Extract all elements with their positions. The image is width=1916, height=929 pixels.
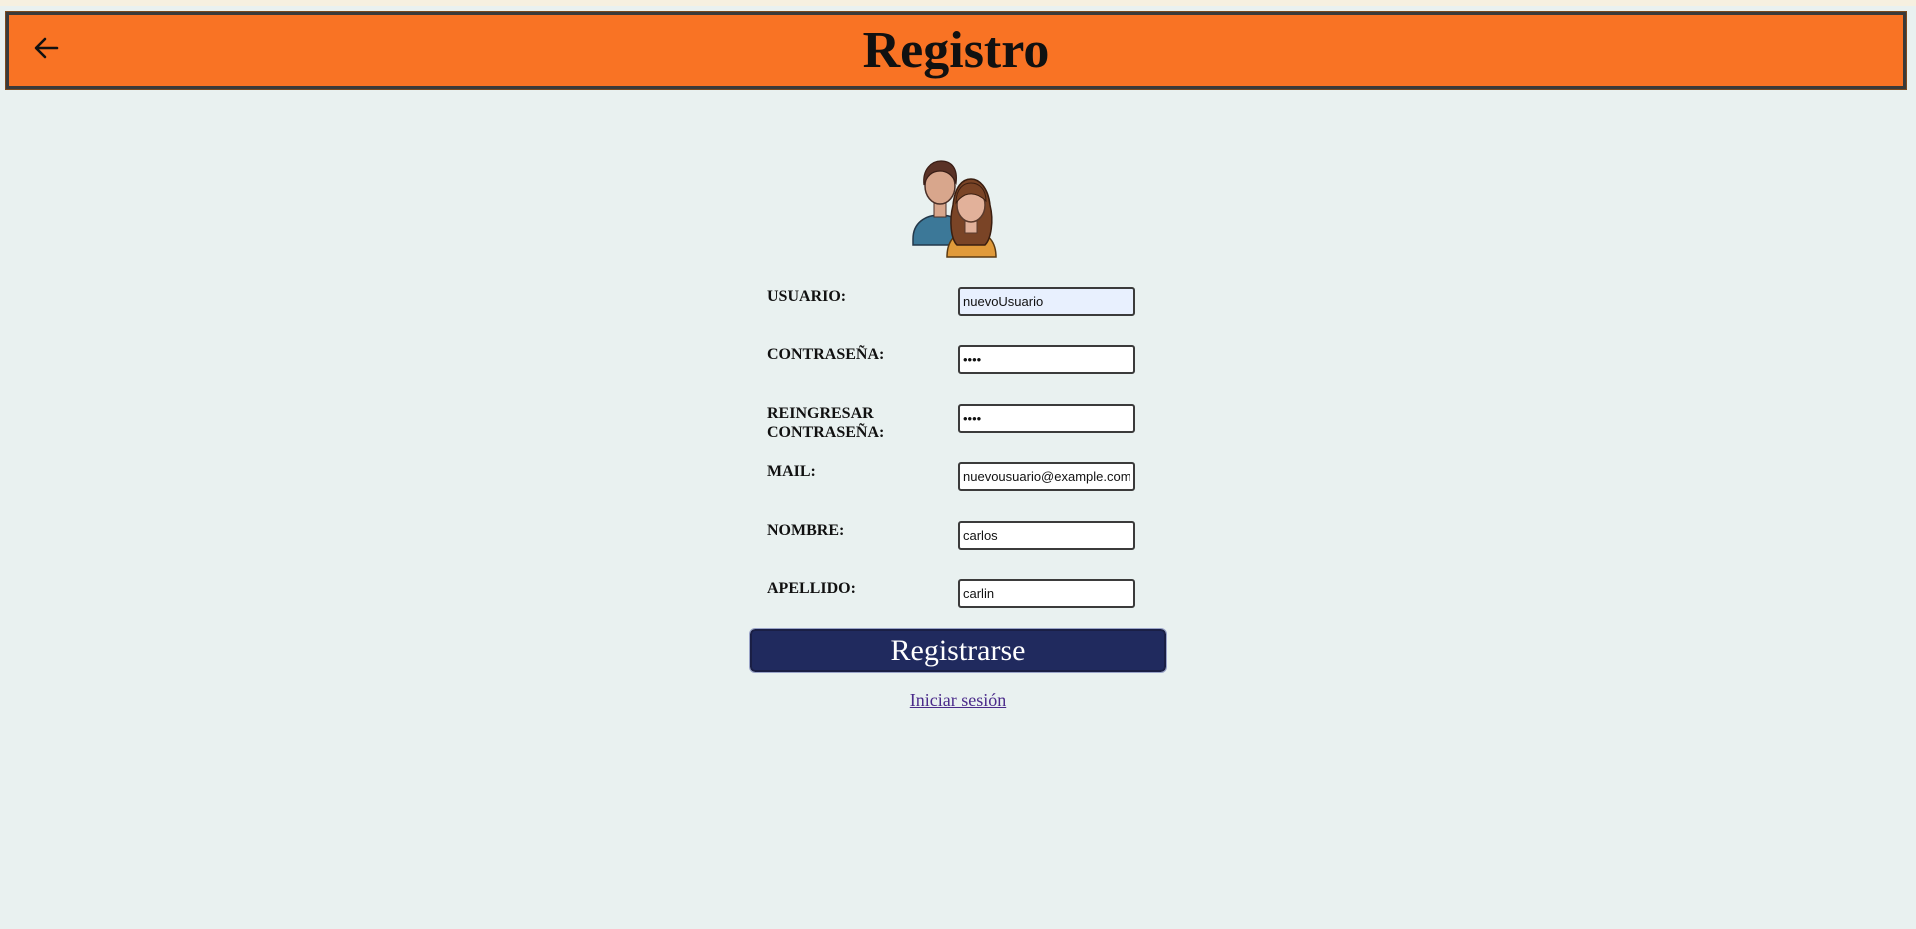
page-title: Registro (862, 22, 1050, 79)
apellido-label: APELLIDO: (767, 580, 856, 597)
usuario-label: USUARIO: (767, 288, 847, 305)
page-header: Registro (5, 11, 1907, 90)
mail-label: MAIL: (767, 463, 816, 480)
registrarse-button[interactable]: Registrarse (749, 628, 1167, 673)
mail-input[interactable] (958, 462, 1135, 491)
apellido-input[interactable] (958, 579, 1135, 608)
nombre-label: NOMBRE: (767, 522, 845, 539)
iniciar-sesion-link[interactable]: Iniciar sesión (910, 690, 1006, 710)
reingresar-contrasena-input[interactable] (958, 404, 1135, 433)
contrasena-label: CONTRASEÑA: (767, 346, 885, 363)
browser-top-strip (0, 0, 1916, 6)
contrasena-input[interactable] (958, 345, 1135, 374)
login-link-container: Iniciar sesión (0, 690, 1916, 711)
usuario-input[interactable] (958, 287, 1135, 316)
nombre-input[interactable] (958, 521, 1135, 550)
reingresar-contrasena-label: REINGRESAR CONTRASEÑA: (767, 405, 885, 441)
users-icon (905, 155, 1010, 260)
